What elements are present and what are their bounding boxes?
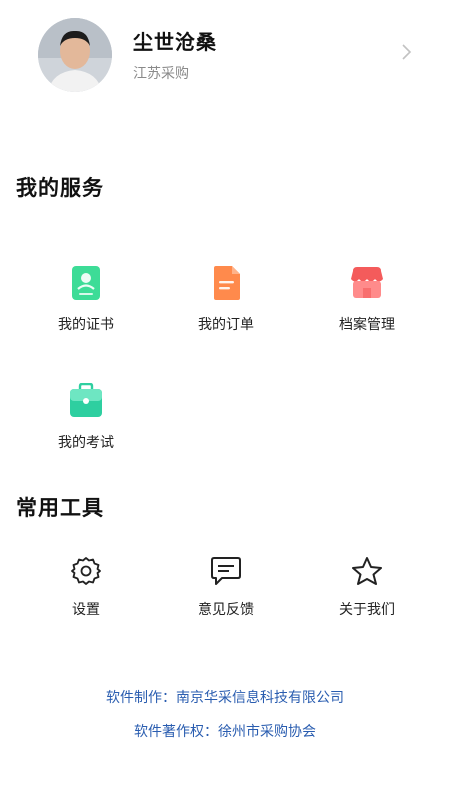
gear-icon — [21, 556, 151, 590]
service-label: 我的订单 — [198, 317, 254, 333]
profile-header[interactable]: 尘世沧桑 江苏采购 — [0, 0, 450, 110]
tool-item-feedback[interactable]: 意见反馈 — [161, 556, 291, 619]
tools-section-title: 常用工具 — [16, 496, 104, 520]
footer-producer: 软件制作：南京华采信息科技有限公司 — [106, 690, 344, 706]
service-label: 我的证书 — [58, 317, 114, 333]
user-organization: 江苏采购 — [133, 66, 189, 82]
tool-label: 设置 — [72, 602, 100, 618]
archive-icon — [302, 265, 432, 305]
tool-item-about[interactable]: 关于我们 — [302, 556, 432, 619]
tool-label: 关于我们 — [339, 602, 395, 618]
services-section-title: 我的服务 — [16, 176, 104, 200]
certificate-icon — [21, 265, 151, 305]
user-name: 尘世沧桑 — [133, 30, 217, 54]
star-icon — [302, 556, 432, 590]
avatar[interactable] — [38, 18, 112, 92]
service-item-exam[interactable]: 我的考试 — [21, 382, 151, 452]
tool-label: 意见反馈 — [198, 602, 254, 618]
service-item-archive[interactable]: 档案管理 — [302, 265, 432, 334]
service-item-certificate[interactable]: 我的证书 — [21, 265, 151, 334]
service-label: 档案管理 — [339, 317, 395, 333]
feedback-icon — [161, 556, 291, 590]
service-label: 我的考试 — [58, 435, 114, 451]
chevron-right-icon[interactable] — [400, 43, 414, 65]
footer-copyright: 软件著作权：徐州市采购协会 — [134, 724, 316, 740]
exam-icon — [21, 382, 151, 423]
service-item-orders[interactable]: 我的订单 — [161, 265, 291, 334]
tool-item-settings[interactable]: 设置 — [21, 556, 151, 619]
order-icon — [161, 265, 291, 305]
